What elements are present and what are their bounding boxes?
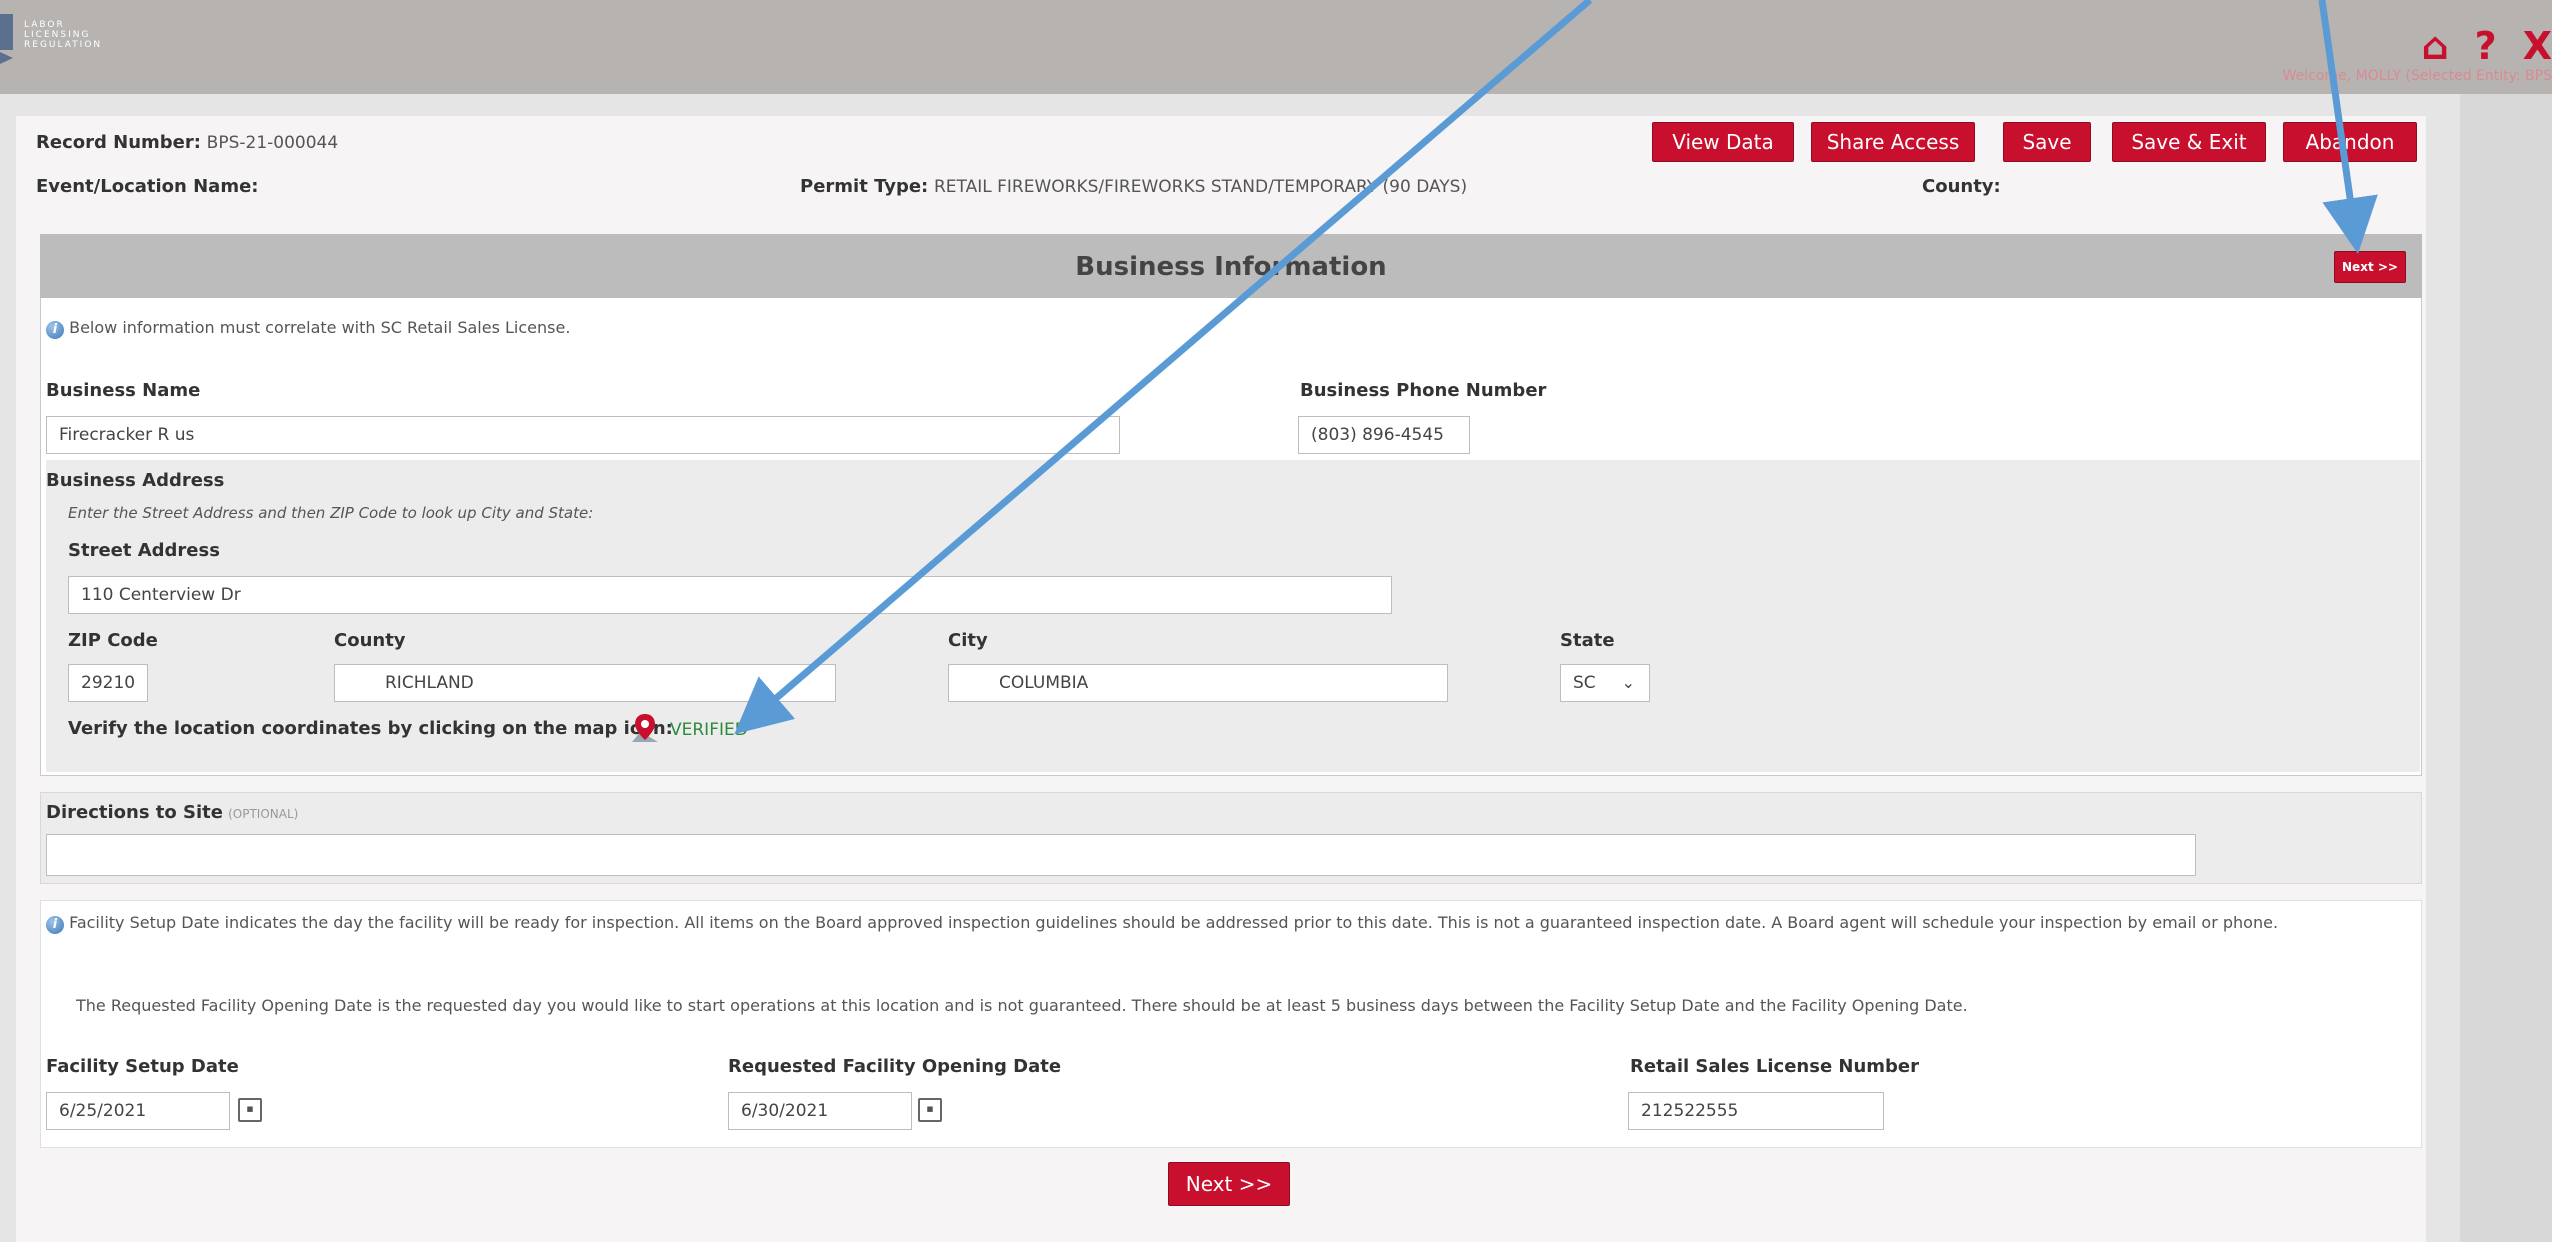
annotation-arrows	[734, 0, 2378, 735]
arrow-to-verified	[734, 0, 1593, 735]
arrow-to-next	[2318, 0, 2378, 254]
